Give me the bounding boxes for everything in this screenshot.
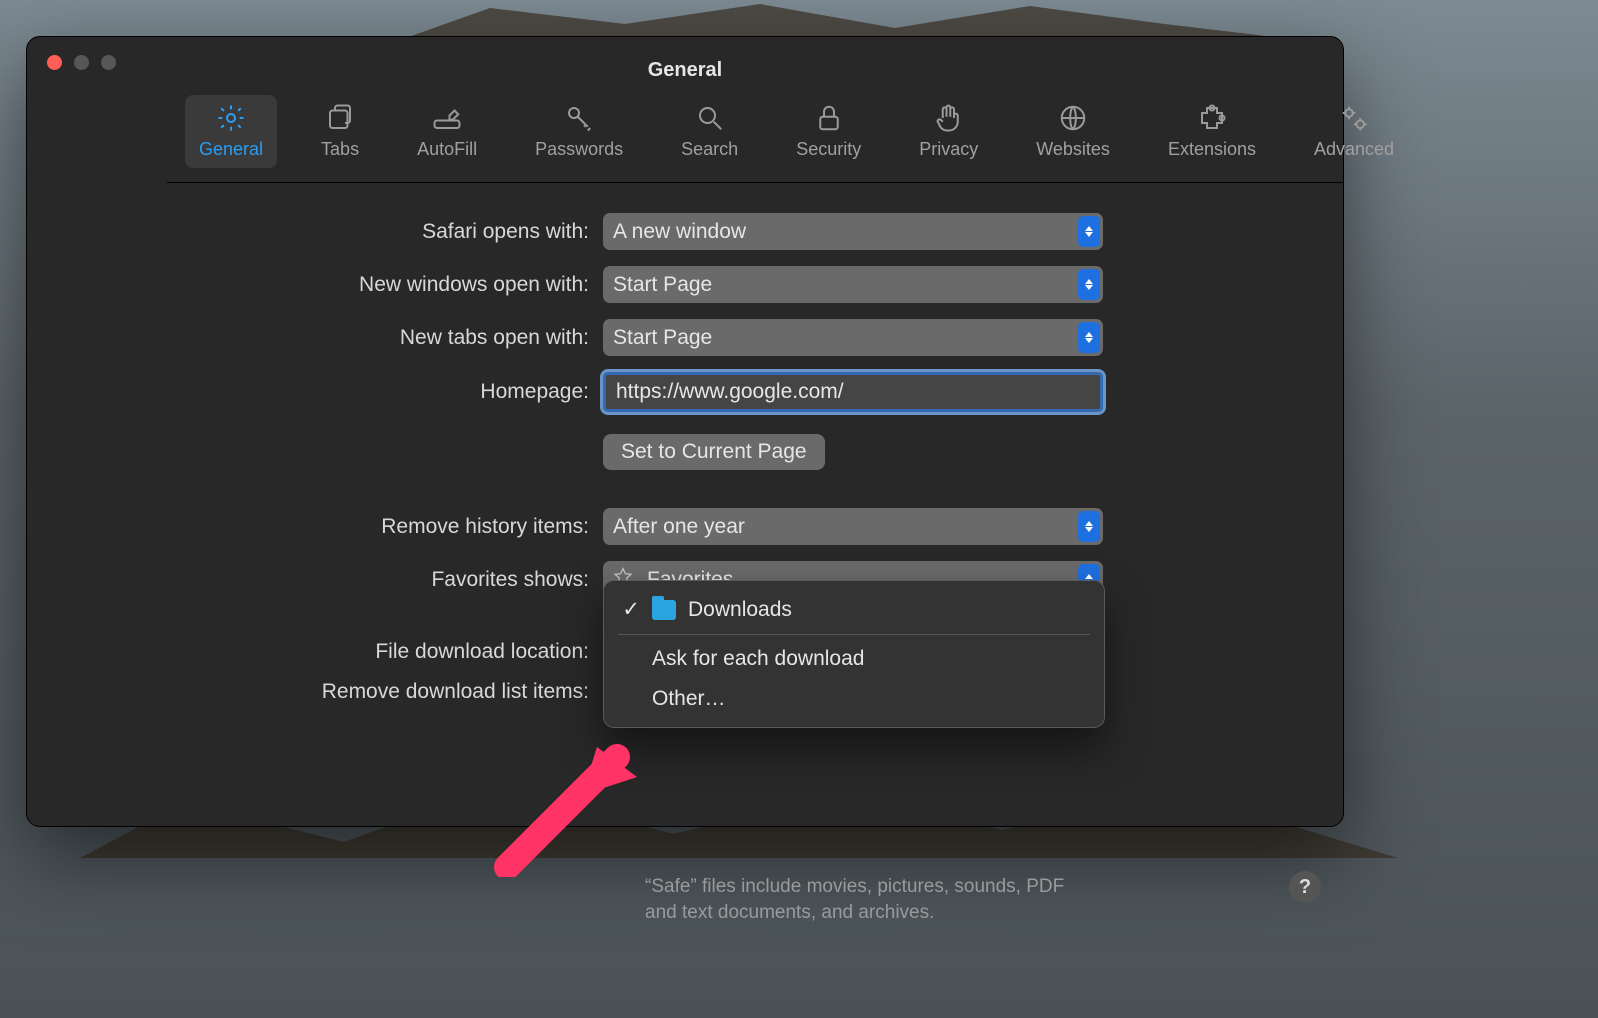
tab-general[interactable]: General [185,95,277,168]
remove-downloads-label: Remove download list items: [27,680,603,704]
new-tabs-select[interactable]: Start Page [603,319,1103,356]
menu-item-other[interactable]: Other… [604,679,1104,719]
chevron-updown-icon [1078,511,1100,542]
tab-label: Search [681,139,738,160]
window-controls [27,55,136,70]
remove-history-select[interactable]: After one year [603,508,1103,545]
safe-files-help-text: “Safe” files include movies, pictures, s… [645,874,1085,925]
menu-separator [618,634,1090,635]
tab-label: AutoFill [417,139,477,160]
tab-websites[interactable]: Websites [1022,95,1124,168]
new-windows-label: New windows open with: [27,273,603,297]
search-icon [693,103,727,133]
pencil-field-icon [430,103,464,133]
tab-privacy[interactable]: Privacy [905,95,992,168]
download-location-label: File download location: [27,640,603,664]
close-window-button[interactable] [47,55,62,70]
chevron-updown-icon [1078,322,1100,353]
tab-security[interactable]: Security [782,95,875,168]
hand-icon [932,103,966,133]
globe-icon [1056,103,1090,133]
favorites-label: Favorites shows: [27,568,603,592]
tab-label: Passwords [535,139,623,160]
tab-label: Tabs [321,139,359,160]
set-current-page-button[interactable]: Set to Current Page [603,434,825,470]
minimize-window-button[interactable] [74,55,89,70]
folder-icon [652,600,676,620]
gears-icon [1337,103,1371,133]
chevron-updown-icon [1078,216,1100,247]
window-title: General [27,59,1343,82]
homepage-label: Homepage: [27,380,603,404]
tab-label: General [199,139,263,160]
menu-item-ask[interactable]: Ask for each download [604,639,1104,679]
puzzle-icon [1195,103,1229,133]
key-icon [562,103,596,133]
preferences-window: General General Tabs AutoFill Passwords … [26,36,1344,827]
content-area: Safari opens with: A new window New wind… [27,183,1343,925]
tab-passwords[interactable]: Passwords [521,95,637,168]
tab-advanced[interactable]: Advanced [1300,95,1408,168]
remove-history-label: Remove history items: [27,515,603,539]
titlebar: General [27,37,1343,87]
help-button[interactable]: ? [1289,871,1321,903]
chevron-updown-icon [1078,269,1100,300]
tab-label: Security [796,139,861,160]
check-icon: ✓ [622,597,640,622]
tabs-icon [323,103,357,133]
new-windows-select[interactable]: Start Page [603,266,1103,303]
tab-label: Privacy [919,139,978,160]
homepage-input[interactable] [603,372,1103,412]
tab-label: Advanced [1314,139,1394,160]
tab-extensions[interactable]: Extensions [1154,95,1270,168]
preferences-toolbar: General Tabs AutoFill Passwords Search S… [167,87,1343,183]
opens-with-select[interactable]: A new window [603,213,1103,250]
download-location-menu: ✓ Downloads Ask for each download Other… [603,580,1105,728]
new-tabs-label: New tabs open with: [27,326,603,350]
tab-tabs[interactable]: Tabs [307,95,373,168]
gear-icon [214,103,248,133]
tab-label: Websites [1036,139,1110,160]
tab-label: Extensions [1168,139,1256,160]
lock-icon [812,103,846,133]
tab-autofill[interactable]: AutoFill [403,95,491,168]
tab-search[interactable]: Search [667,95,752,168]
menu-item-downloads[interactable]: ✓ Downloads [604,589,1104,630]
zoom-window-button[interactable] [101,55,116,70]
opens-with-label: Safari opens with: [27,220,603,244]
